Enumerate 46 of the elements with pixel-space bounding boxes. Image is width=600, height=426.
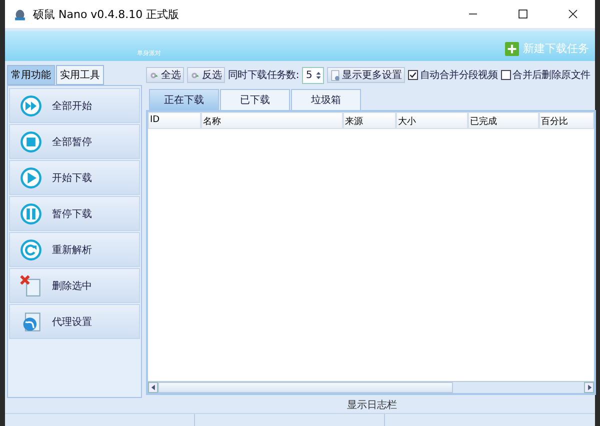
checkbox[interactable]: [500, 70, 511, 80]
column-header[interactable]: 来源: [343, 112, 396, 129]
checkbox[interactable]: [408, 70, 418, 80]
mouse-icon: [13, 7, 27, 21]
concurrent-label: 同时下载任务数:: [228, 68, 299, 82]
side-tab[interactable]: 常用功能: [7, 65, 55, 85]
more-settings-button[interactable]: 显示更多设置: [326, 67, 405, 83]
stop-icon: [20, 130, 42, 152]
plus-icon: [505, 42, 519, 56]
action-button[interactable]: 重新解析: [9, 232, 140, 267]
column-header[interactable]: 已完成: [468, 112, 539, 129]
list-tab[interactable]: 垃圾箱: [291, 89, 361, 110]
column-header[interactable]: ID: [148, 112, 201, 129]
refresh-icon: [20, 238, 42, 260]
spinner-value: 5: [306, 70, 312, 80]
log-toggle[interactable]: 显示日志栏: [146, 395, 598, 411]
checkbox-label: 合并后删除原文件: [512, 68, 590, 82]
spinner-arrows-icon: [314, 70, 323, 80]
check-icon: [408, 71, 417, 79]
delete-file-icon: [20, 274, 42, 296]
invert-selection-button[interactable]: 反选: [187, 67, 225, 83]
action-button[interactable]: 全部暂停: [9, 124, 140, 159]
action-button[interactable]: 全部开始: [9, 88, 140, 123]
list-tab[interactable]: 已下载: [220, 89, 290, 110]
action-button[interactable]: 代理设置: [9, 304, 140, 339]
action-button[interactable]: 删除选中: [9, 268, 140, 303]
checkbox-label: 自动合并分段视频: [420, 68, 498, 82]
action-button[interactable]: 开始下载: [9, 160, 140, 195]
column-header[interactable]: 名称: [201, 112, 343, 129]
pause-icon: [20, 202, 42, 224]
document-icon: [330, 70, 341, 80]
play-icon: [20, 166, 42, 188]
action-button[interactable]: 暂停下载: [9, 196, 140, 231]
maximize-icon: [518, 9, 528, 19]
close-icon: [568, 9, 578, 19]
column-header[interactable]: 大小: [396, 112, 468, 129]
scroll-left-icon: [150, 384, 156, 391]
horizontal-scrollbar[interactable]: [148, 381, 594, 393]
side-tab[interactable]: 实用工具: [56, 65, 104, 85]
scroll-right-icon: [586, 384, 592, 391]
fast-forward-icon: [20, 94, 42, 116]
window-title: 硕鼠 Nano v0.4.8.10 正式版: [33, 6, 180, 22]
column-header[interactable]: 百分比: [539, 112, 594, 129]
select-all-button[interactable]: 全选: [146, 67, 184, 83]
concurrent-spinner[interactable]: 5: [302, 66, 324, 84]
list-tab[interactable]: 正在下载: [149, 89, 219, 110]
